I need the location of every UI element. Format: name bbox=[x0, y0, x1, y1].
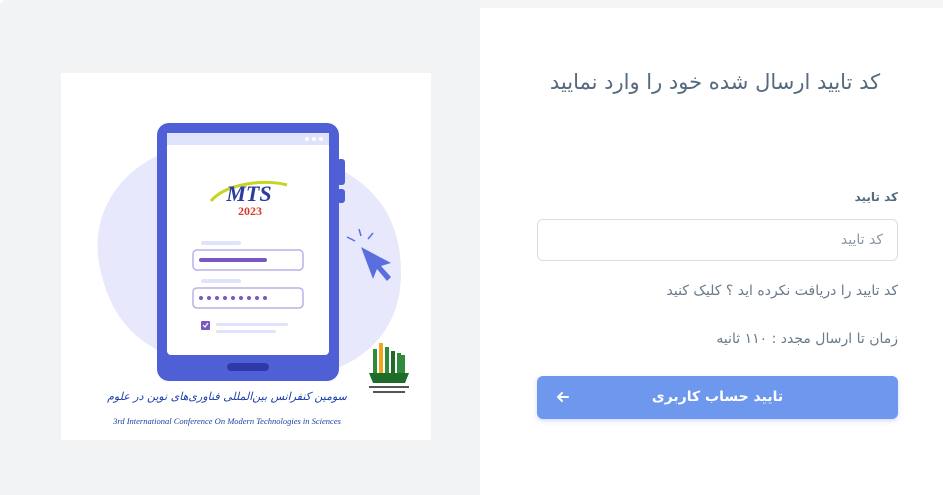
verification-code-input[interactable] bbox=[537, 219, 898, 261]
verification-illustration: MTS 2023 bbox=[97, 123, 409, 426]
tablet-screen-header bbox=[167, 133, 329, 145]
resend-timer: زمان تا ارسال مجدد : ۱۱۰ ثانیه bbox=[716, 331, 898, 347]
illustration-card: MTS 2023 bbox=[61, 73, 431, 440]
tablet-home-button bbox=[227, 363, 269, 371]
code-field-label: کد تایید bbox=[854, 190, 898, 204]
mts-logo-text: MTS bbox=[225, 181, 271, 206]
mts-logo-year: 2023 bbox=[238, 204, 262, 218]
page-title: کد تایید ارسال شده خود را وارد نمایید bbox=[549, 70, 881, 94]
conference-title-en: 3rd International Conference On Modern T… bbox=[112, 416, 341, 426]
top-strip bbox=[480, 0, 943, 8]
resend-code-link[interactable]: کد تایید را دریافت نکرده اید ؟ کلیک کنید bbox=[537, 283, 899, 299]
confirm-button-label: تایید حساب کاربری bbox=[651, 389, 784, 405]
conference-title-fa: سومین کنفرانس بین‌المللی فناوری‌های نوین… bbox=[107, 390, 348, 403]
university-logo bbox=[369, 343, 409, 393]
tablet-screen bbox=[167, 133, 329, 355]
confirm-account-button[interactable]: تایید حساب کاربری bbox=[537, 376, 898, 419]
